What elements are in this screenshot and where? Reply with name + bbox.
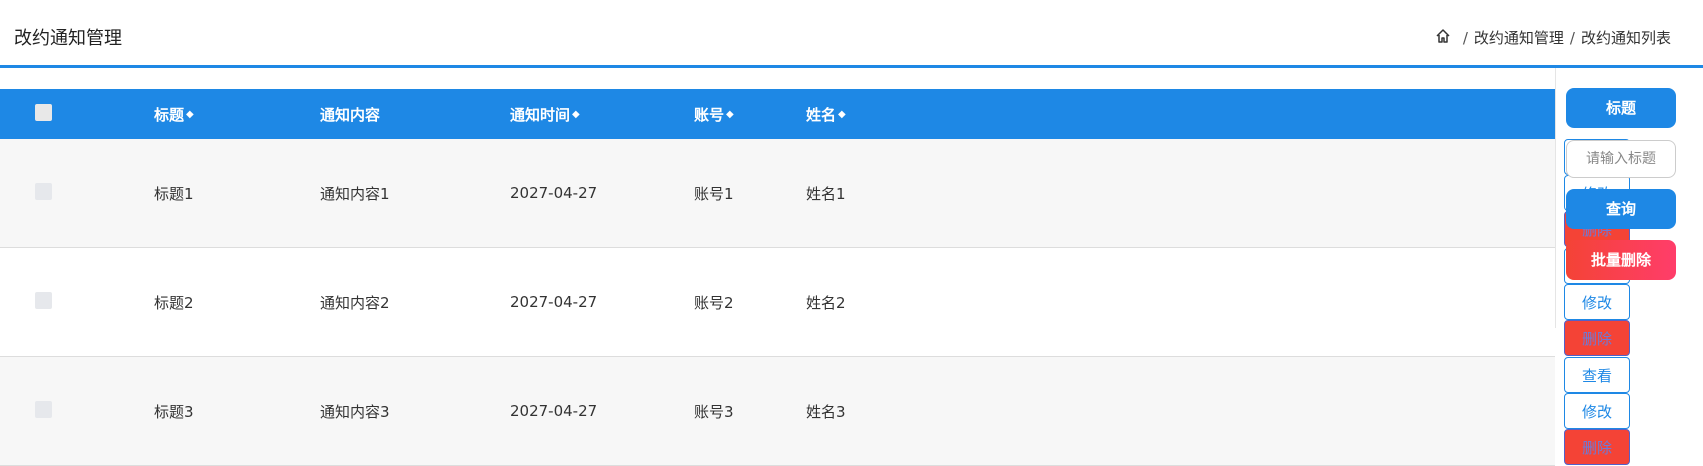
sort-icon[interactable]: ◆ xyxy=(726,110,734,120)
page-title: 改约通知管理 xyxy=(14,28,122,49)
cell-time: 2027-04-27 xyxy=(510,402,598,420)
cell-title: 标题1 xyxy=(154,184,194,203)
table-row: 标题3 通知内容3 2027-04-27 账号3 姓名3 查看修改删除 xyxy=(0,356,1630,466)
cell-time: 2027-04-27 xyxy=(510,293,598,311)
cell-title: 标题2 xyxy=(154,293,194,312)
page-header: 改约通知管理 / 改约通知管理 / 改约通知列表 xyxy=(0,0,1703,68)
home-icon[interactable] xyxy=(1435,28,1457,48)
cell-account: 账号3 xyxy=(694,402,734,421)
column-header-content: 通知内容 xyxy=(320,105,381,124)
row-checkbox[interactable] xyxy=(35,291,52,309)
table-row: 标题1 通知内容1 2027-04-27 账号1 姓名1 查看修改删除 xyxy=(0,139,1630,248)
delete-button[interactable]: 删除 xyxy=(1564,429,1630,465)
sort-icon[interactable]: ◆ xyxy=(186,110,194,120)
cell-account: 账号1 xyxy=(694,184,734,203)
row-checkbox[interactable] xyxy=(35,182,52,200)
notice-table: 标题 ◆ 通知内容 通知时间 ◆ 账号 ◆ 姓名 ◆ 操作 标题1 通知内容1 2027… xyxy=(0,89,1630,466)
breadcrumb-separator: / xyxy=(1462,28,1468,47)
column-header-account[interactable]: 账号 ◆ xyxy=(694,89,806,139)
breadcrumb-item-manage[interactable]: 改约通知管理 xyxy=(1474,27,1564,48)
edit-button[interactable]: 修改 xyxy=(1564,393,1630,429)
breadcrumb-separator: / xyxy=(1569,28,1575,47)
table-row: 标题2 通知内容2 2027-04-27 账号2 姓名2 查看修改删除 xyxy=(0,247,1630,357)
select-all-checkbox[interactable] xyxy=(35,103,52,121)
column-header-time[interactable]: 通知时间 ◆ xyxy=(510,89,694,139)
cell-name: 姓名2 xyxy=(806,293,846,312)
column-header-name[interactable]: 姓名 ◆ xyxy=(806,89,1555,139)
breadcrumb-item-list: 改约通知列表 xyxy=(1580,29,1671,47)
breadcrumb: / 改约通知管理 / 改约通知列表 xyxy=(1435,27,1671,48)
title-search-input[interactable] xyxy=(1566,140,1676,178)
search-button[interactable]: 查询 xyxy=(1566,189,1676,229)
batch-delete-button[interactable]: 批量删除 xyxy=(1566,240,1676,280)
cell-title: 标题3 xyxy=(154,402,194,421)
cell-content: 通知内容3 xyxy=(320,402,390,421)
column-header-title[interactable]: 标题 ◆ xyxy=(154,89,320,139)
sort-icon[interactable]: ◆ xyxy=(838,110,846,120)
view-button[interactable]: 查看 xyxy=(1564,357,1630,393)
title-filter-label: 标题 xyxy=(1566,88,1676,128)
search-sidebar: 标题 查询 批量删除 xyxy=(1555,68,1703,328)
cell-content: 通知内容2 xyxy=(320,293,390,312)
sort-icon[interactable]: ◆ xyxy=(572,110,580,120)
table-header-row: 标题 ◆ 通知内容 通知时间 ◆ 账号 ◆ 姓名 ◆ 操作 xyxy=(0,89,1570,139)
cell-name: 姓名1 xyxy=(806,184,846,203)
row-checkbox[interactable] xyxy=(35,400,52,418)
cell-time: 2027-04-27 xyxy=(510,184,598,202)
cell-content: 通知内容1 xyxy=(320,184,390,203)
cell-account: 账号2 xyxy=(694,293,734,312)
cell-name: 姓名3 xyxy=(806,402,846,421)
